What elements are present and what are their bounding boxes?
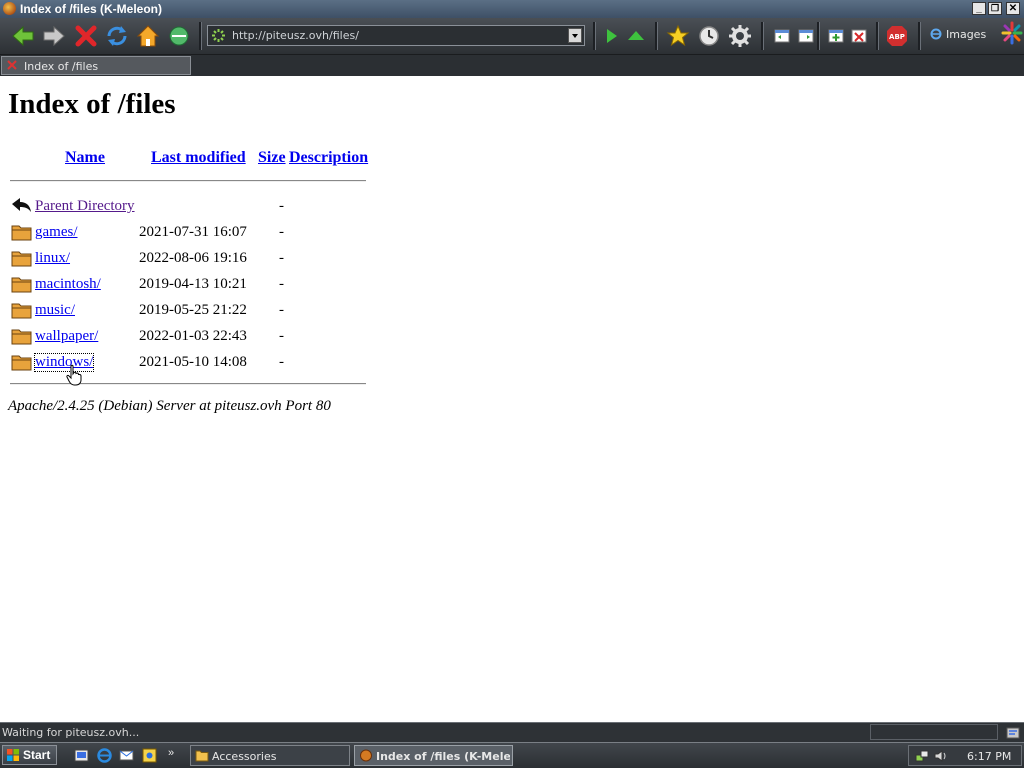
file-size: - [279, 302, 284, 318]
parent-directory-icon [12, 198, 31, 212]
url-text[interactable]: http://piteusz.ovh/files/ [232, 29, 359, 42]
images-label: Images [946, 28, 987, 41]
folder-icon [11, 303, 32, 319]
start-button[interactable]: Start [2, 745, 57, 765]
home-icon[interactable] [135, 23, 161, 49]
k-meleon-icon [360, 749, 372, 762]
up-icon[interactable] [623, 23, 649, 49]
page-heading: Index of /files [8, 88, 176, 120]
sort-by-size-link[interactable]: Size [258, 149, 286, 167]
footer-divider [10, 383, 366, 385]
file-size: - [279, 250, 284, 266]
taskbar-item-label: Index of /files (K-Mele... [376, 750, 510, 763]
file-size: - [279, 224, 284, 240]
security-status-icon[interactable] [1005, 725, 1021, 740]
file-modified: 2021-07-31 16:07 [139, 224, 247, 240]
tab-close-icon[interactable] [6, 59, 18, 71]
folder-icon [11, 277, 32, 293]
file-size: - [279, 354, 284, 370]
file-modified: 2022-08-06 19:16 [139, 250, 247, 266]
file-link-wallpaper[interactable]: wallpaper/ [35, 328, 98, 345]
file-link-linux[interactable]: linux/ [35, 250, 70, 267]
maximize-button[interactable]: ❐ [988, 2, 1002, 15]
bookmarks-icon[interactable] [665, 23, 691, 49]
url-dropdown-button[interactable] [568, 28, 582, 43]
page-icon[interactable] [793, 23, 819, 49]
layout-icon[interactable] [769, 23, 795, 49]
reload-icon[interactable] [104, 23, 130, 49]
loading-spinner-icon [212, 29, 225, 42]
folder-icon [195, 750, 209, 762]
clock: 6:17 PM [967, 750, 1012, 763]
hand-cursor-icon [66, 364, 82, 386]
status-progress-pane [870, 724, 998, 740]
folder-icon [11, 251, 32, 267]
volume-icon[interactable] [933, 749, 947, 763]
minimize-button[interactable]: _ [972, 2, 986, 15]
taskbar-item-label: Accessories [212, 750, 277, 763]
navigation-toolbar: http://piteusz.ovh/files/ ABP Images [0, 18, 1024, 55]
taskbar: Start » Accessories Index of /files (K-M… [0, 742, 1024, 768]
tab-label: Index of /files [24, 60, 99, 73]
page-content: Index of /files Name Last modified Size … [0, 76, 1024, 722]
file-link-music[interactable]: music/ [35, 302, 75, 319]
sort-by-name-link[interactable]: Name [65, 149, 105, 167]
file-size: - [279, 198, 284, 214]
next-icon[interactable] [599, 23, 625, 49]
stop-icon[interactable] [73, 23, 99, 49]
internet-explorer-icon[interactable] [96, 747, 113, 764]
throbber-icon [1001, 21, 1023, 45]
preferences-icon[interactable] [727, 23, 753, 49]
show-desktop-icon[interactable] [73, 747, 90, 764]
system-tray: 6:17 PM [908, 745, 1022, 766]
close-tab-icon[interactable] [846, 23, 872, 49]
server-signature: Apache/2.4.25 (Debian) Server at piteusz… [8, 398, 331, 414]
sort-by-modified-link[interactable]: Last modified [151, 149, 246, 167]
file-modified: 2022-01-03 22:43 [139, 328, 247, 344]
svg-text:ABP: ABP [889, 33, 905, 41]
sort-by-description-link[interactable]: Description [289, 149, 368, 167]
file-size: - [279, 328, 284, 344]
forward-icon[interactable] [41, 23, 67, 49]
folder-icon [11, 225, 32, 241]
start-label: Start [23, 748, 51, 762]
tab-index-of-files[interactable]: Index of /files [1, 56, 191, 75]
back-icon[interactable] [10, 23, 36, 49]
file-link-macintosh[interactable]: macintosh/ [35, 276, 101, 293]
tab-bar: Index of /files [0, 55, 1024, 76]
header-divider [10, 180, 366, 182]
status-text: Waiting for piteusz.ovh... [2, 726, 140, 739]
network-icon[interactable] [915, 749, 929, 763]
file-modified: 2019-05-25 21:22 [139, 302, 247, 318]
status-bar: Waiting for piteusz.ovh... [0, 722, 1024, 742]
ie-icon [930, 28, 942, 40]
adblock-icon[interactable]: ABP [884, 23, 910, 49]
media-icon[interactable] [141, 747, 158, 764]
go-icon[interactable] [166, 23, 192, 49]
file-modified: 2019-04-13 10:21 [139, 276, 247, 292]
file-size: - [279, 276, 284, 292]
taskbar-item-k-meleon[interactable]: Index of /files (K-Mele... [354, 745, 513, 766]
file-link-games[interactable]: games/ [35, 224, 78, 241]
file-modified: 2021-05-10 14:08 [139, 354, 247, 370]
close-window-button[interactable]: ✕ [1006, 2, 1020, 15]
taskbar-item-accessories[interactable]: Accessories [190, 745, 350, 766]
url-bar[interactable]: http://piteusz.ovh/files/ [207, 25, 585, 46]
windows-flag-icon [7, 749, 19, 761]
quick-launch-more-icon[interactable]: » [168, 747, 174, 759]
history-icon[interactable] [696, 23, 722, 49]
file-link-parent-directory[interactable]: Parent Directory [35, 198, 135, 215]
outlook-express-icon[interactable] [118, 747, 135, 764]
folder-icon [11, 355, 32, 371]
file-link-windows[interactable]: windows/ [33, 353, 95, 372]
window-title: Index of /files (K-Meleon) [20, 2, 163, 16]
k-meleon-app-icon[interactable] [3, 2, 16, 15]
title-bar: Index of /files (K-Meleon) _ ❐ ✕ [0, 0, 1024, 18]
folder-icon [11, 329, 32, 345]
images-button[interactable]: Images [930, 28, 986, 44]
